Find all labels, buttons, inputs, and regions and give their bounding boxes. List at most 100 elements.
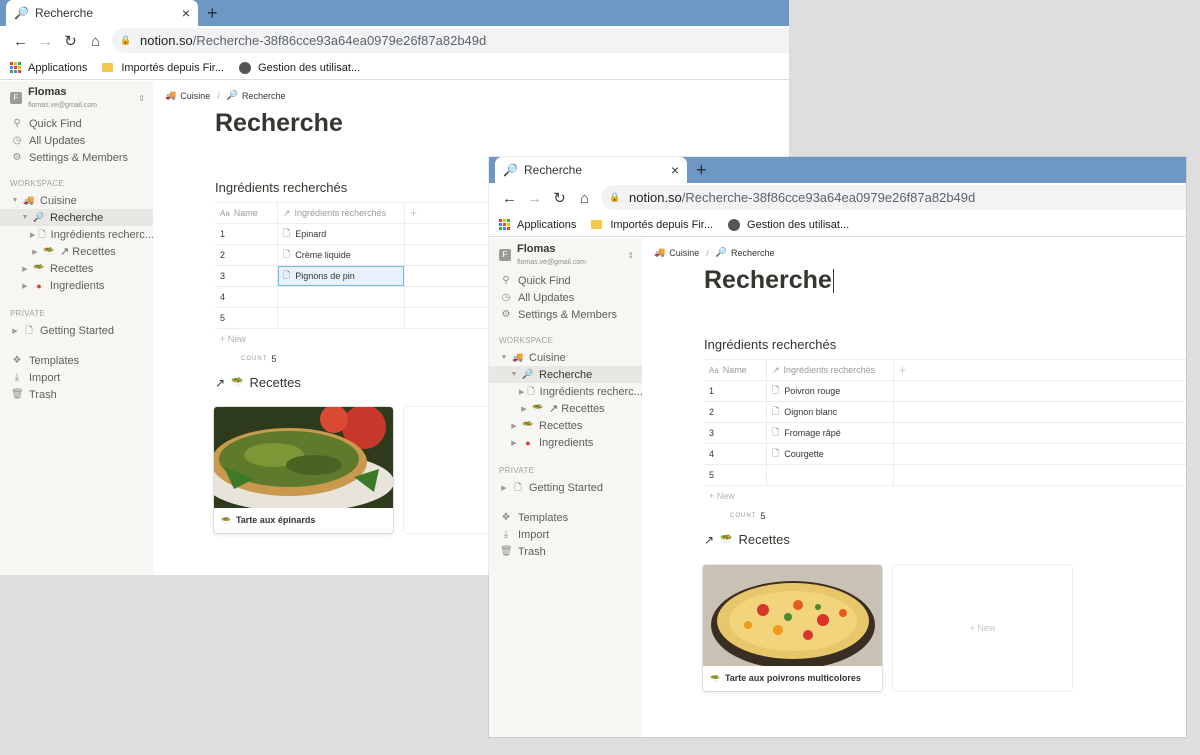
sidebar-settings[interactable]: ⚙ Settings & Members — [0, 149, 153, 166]
toggle-closed-icon[interactable]: ▶ — [499, 484, 509, 492]
home-icon[interactable]: ⌂ — [572, 190, 597, 207]
name-cell[interactable]: 4 — [704, 444, 767, 464]
bookmark-apps[interactable]: Applications — [10, 62, 87, 74]
bookmark-imported[interactable]: Importés depuis Fir... — [591, 219, 713, 231]
name-cell[interactable]: 4 — [215, 287, 278, 307]
url-field[interactable]: 🔒 notion.so/Recherche-38f86cce93a64ea097… — [601, 185, 1186, 210]
new-tab-button[interactable]: + — [207, 3, 218, 23]
linked-database-title[interactable]: ↗ 🥗 Recettes — [704, 532, 790, 547]
breadcrumb-cuisine[interactable]: Cuisine — [180, 91, 210, 101]
relation-cell[interactable]: 🗋 Fromage râpé — [767, 423, 894, 443]
relation-cell[interactable]: 🗋 Epinard — [278, 224, 405, 244]
name-cell[interactable]: 5 — [215, 308, 278, 328]
tree-item-ingredients[interactable]: ▶ ● Ingredients — [0, 277, 153, 294]
relation-cell[interactable] — [278, 287, 405, 307]
column-header-name[interactable]: Aa Name — [215, 203, 278, 223]
close-tab-icon[interactable]: × — [182, 5, 190, 21]
bookmark-apps[interactable]: Applications — [499, 219, 576, 231]
tree-item-recettes-link[interactable]: ▶ 🥗 ↗ Recettes — [489, 400, 642, 417]
page-title-editable[interactable]: Recherche — [704, 266, 834, 295]
toggle-closed-icon[interactable]: ▶ — [20, 265, 30, 273]
tree-item-recettes[interactable]: ▶ 🥗 Recettes — [489, 417, 642, 434]
relation-cell-selected[interactable]: 🗋 Pignons de pin — [278, 266, 405, 286]
workspace-switcher[interactable]: F Flomas flomas.ve@gmail.com ⇕ — [0, 81, 153, 115]
tree-item-getting-started[interactable]: ▶ 🗋 Getting Started — [0, 322, 153, 339]
forward-icon[interactable]: → — [522, 190, 547, 207]
table-row[interactable]: 1 🗋 Poivron rouge — [704, 381, 1186, 402]
table-row[interactable]: 3 🗋 Fromage râpé — [704, 423, 1186, 444]
browser-tab[interactable]: 🔎 Recherche × — [495, 157, 687, 183]
sidebar-trash[interactable]: 🗑 Trash — [0, 386, 153, 403]
relation-cell[interactable] — [278, 308, 405, 328]
sidebar-templates[interactable]: ❖ Templates — [0, 352, 153, 369]
toggle-open-icon[interactable]: ▼ — [20, 214, 30, 221]
close-tab-icon[interactable]: × — [671, 162, 679, 178]
name-cell[interactable]: 1 — [704, 381, 767, 401]
database-title[interactable]: Ingrédients recherchés — [704, 337, 836, 352]
relation-cell[interactable]: 🗋 Crème liquide — [278, 245, 405, 265]
page-title[interactable]: Recherche — [215, 109, 343, 138]
relation-cell[interactable] — [767, 465, 894, 485]
toggle-closed-icon[interactable]: ▶ — [30, 231, 35, 239]
toggle-closed-icon[interactable]: ▶ — [519, 388, 524, 396]
sidebar-quick-find[interactable]: ⚲ Quick Find — [0, 115, 153, 132]
toggle-closed-icon[interactable]: ▶ — [20, 282, 30, 290]
tree-item-getting-started[interactable]: ▶ 🗋 Getting Started — [489, 479, 642, 496]
column-header-name[interactable]: Aa Name — [704, 360, 767, 380]
reload-icon[interactable]: ↻ — [547, 189, 572, 207]
breadcrumb-recherche[interactable]: Recherche — [731, 248, 775, 258]
table-row[interactable]: 5 — [704, 465, 1186, 486]
relation-cell[interactable]: 🗋 Oignon blanc — [767, 402, 894, 422]
sidebar-trash[interactable]: 🗑 Trash — [489, 543, 642, 560]
name-cell[interactable]: 2 — [215, 245, 278, 265]
name-cell[interactable]: 3 — [215, 266, 278, 286]
toggle-open-icon[interactable]: ▼ — [499, 354, 509, 361]
sidebar-import[interactable]: ⤓ Import — [489, 526, 642, 543]
tree-item-ingredients-recherches[interactable]: ▶ 🗋 Ingrédients recherc... — [0, 226, 153, 243]
breadcrumb-cuisine[interactable]: Cuisine — [669, 248, 699, 258]
add-column-button[interactable]: + — [894, 360, 1186, 380]
url-field[interactable]: 🔒 notion.so/Recherche-38f86cce93a64ea097… — [112, 28, 789, 53]
gallery-new-card[interactable]: + New — [893, 565, 1072, 691]
column-header-relation[interactable]: ↗ Ingrédients recherchés — [767, 360, 894, 380]
column-header-relation[interactable]: ↗ Ingrédients recherchés — [278, 203, 405, 223]
sidebar-all-updates[interactable]: ◷ All Updates — [0, 132, 153, 149]
gallery-card[interactable]: 🥗 Tarte aux épinards — [214, 407, 393, 533]
browser-tab[interactable]: 🔎 Recherche × — [6, 0, 198, 26]
toggle-closed-icon[interactable]: ▶ — [509, 422, 519, 430]
tree-item-cuisine[interactable]: ▼ 🚚 Cuisine — [0, 192, 153, 209]
back-icon[interactable]: ← — [497, 190, 522, 207]
gallery-card[interactable]: 🥗 Tarte aux poivrons multicolores — [703, 565, 882, 691]
tree-item-cuisine[interactable]: ▼ 🚚 Cuisine — [489, 349, 642, 366]
name-cell[interactable]: 5 — [704, 465, 767, 485]
tree-item-ingredients[interactable]: ▶ ● Ingredients — [489, 434, 642, 451]
sidebar-templates[interactable]: ❖ Templates — [489, 509, 642, 526]
name-cell[interactable]: 3 — [704, 423, 767, 443]
home-icon[interactable]: ⌂ — [83, 33, 108, 50]
bookmark-users[interactable]: Gestion des utilisat... — [728, 218, 849, 231]
bookmark-users[interactable]: Gestion des utilisat... — [239, 61, 360, 74]
sidebar-import[interactable]: ⤓ Import — [0, 369, 153, 386]
relation-cell[interactable]: 🗋 Courgette — [767, 444, 894, 464]
sidebar-settings[interactable]: ⚙ Settings & Members — [489, 306, 642, 323]
sidebar-quick-find[interactable]: ⚲ Quick Find — [489, 272, 642, 289]
tree-item-recettes-link[interactable]: ▶ 🥗 ↗ Recettes — [0, 243, 153, 260]
toggle-open-icon[interactable]: ▼ — [509, 371, 519, 378]
toggle-closed-icon[interactable]: ▶ — [509, 439, 519, 447]
sidebar-all-updates[interactable]: ◷ All Updates — [489, 289, 642, 306]
tree-item-ingredients-recherches[interactable]: ▶ 🗋 Ingrédients recherc... — [489, 383, 642, 400]
linked-database-title[interactable]: ↗ 🥗 Recettes — [215, 375, 301, 390]
toggle-open-icon[interactable]: ▼ — [10, 197, 20, 204]
table-row[interactable]: 2 🗋 Oignon blanc — [704, 402, 1186, 423]
tree-item-recherche[interactable]: ▼ 🔎 Recherche — [0, 209, 153, 226]
reload-icon[interactable]: ↻ — [58, 32, 83, 50]
breadcrumb-recherche[interactable]: Recherche — [242, 91, 286, 101]
new-tab-button[interactable]: + — [696, 160, 707, 180]
toggle-closed-icon[interactable]: ▶ — [519, 405, 529, 413]
new-row-button[interactable]: + New — [704, 486, 1186, 506]
toggle-closed-icon[interactable]: ▶ — [10, 327, 20, 335]
name-cell[interactable]: 1 — [215, 224, 278, 244]
table-row[interactable]: 4 🗋 Courgette — [704, 444, 1186, 465]
bookmark-imported[interactable]: Importés depuis Fir... — [102, 62, 224, 74]
workspace-switcher[interactable]: F Flomas flomas.ve@gmail.com ⇕ — [489, 238, 642, 272]
